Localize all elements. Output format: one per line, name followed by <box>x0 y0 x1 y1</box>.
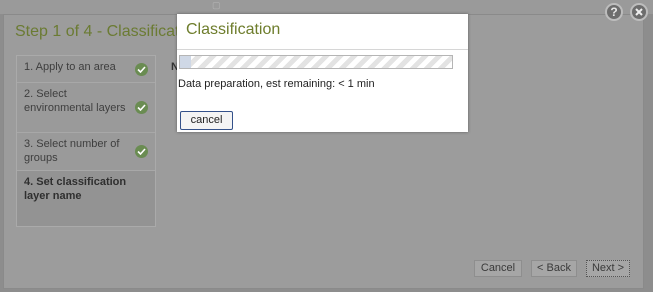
check-icon <box>135 101 148 114</box>
progress-bar <box>179 55 453 69</box>
progress-fill <box>180 56 191 68</box>
progress-status-text: Data preparation, est remaining: < 1 min <box>178 78 375 90</box>
background-icon: ▢ <box>212 0 221 10</box>
wizard-steps: 1. Apply to an area 2. Select environmen… <box>16 55 156 227</box>
dialog-header: Classification <box>177 14 468 50</box>
next-button[interactable]: Next > <box>586 260 630 277</box>
check-icon <box>135 63 148 76</box>
background-toolbar-strip: ▢ <box>0 0 653 14</box>
dialog-title: Classification <box>186 21 281 38</box>
back-button[interactable]: < Back <box>531 260 577 277</box>
help-icon[interactable]: ? <box>605 3 623 21</box>
step-label: 4. Set classification layer name <box>24 176 127 202</box>
step-item-2[interactable]: 2. Select environmental layers <box>17 83 155 133</box>
classification-progress-dialog: Classification Data preparation, est rem… <box>177 14 468 132</box>
step-item-1[interactable]: 1. Apply to an area <box>17 56 155 83</box>
check-icon <box>135 145 148 158</box>
step-label: 3. Select number of groups <box>24 138 120 164</box>
step-label: 2. Select environmental layers <box>24 88 126 114</box>
close-icon[interactable] <box>630 3 648 21</box>
cancel-classification-button[interactable]: cancel <box>180 111 233 130</box>
step-item-3[interactable]: 3. Select number of groups <box>17 133 155 171</box>
wizard-title: Step 1 of 4 - Classification <box>15 23 201 40</box>
step-item-4[interactable]: 4. Set classification layer name <box>17 171 155 226</box>
step-label: 1. Apply to an area <box>24 61 116 73</box>
cancel-button[interactable]: Cancel <box>474 260 522 277</box>
